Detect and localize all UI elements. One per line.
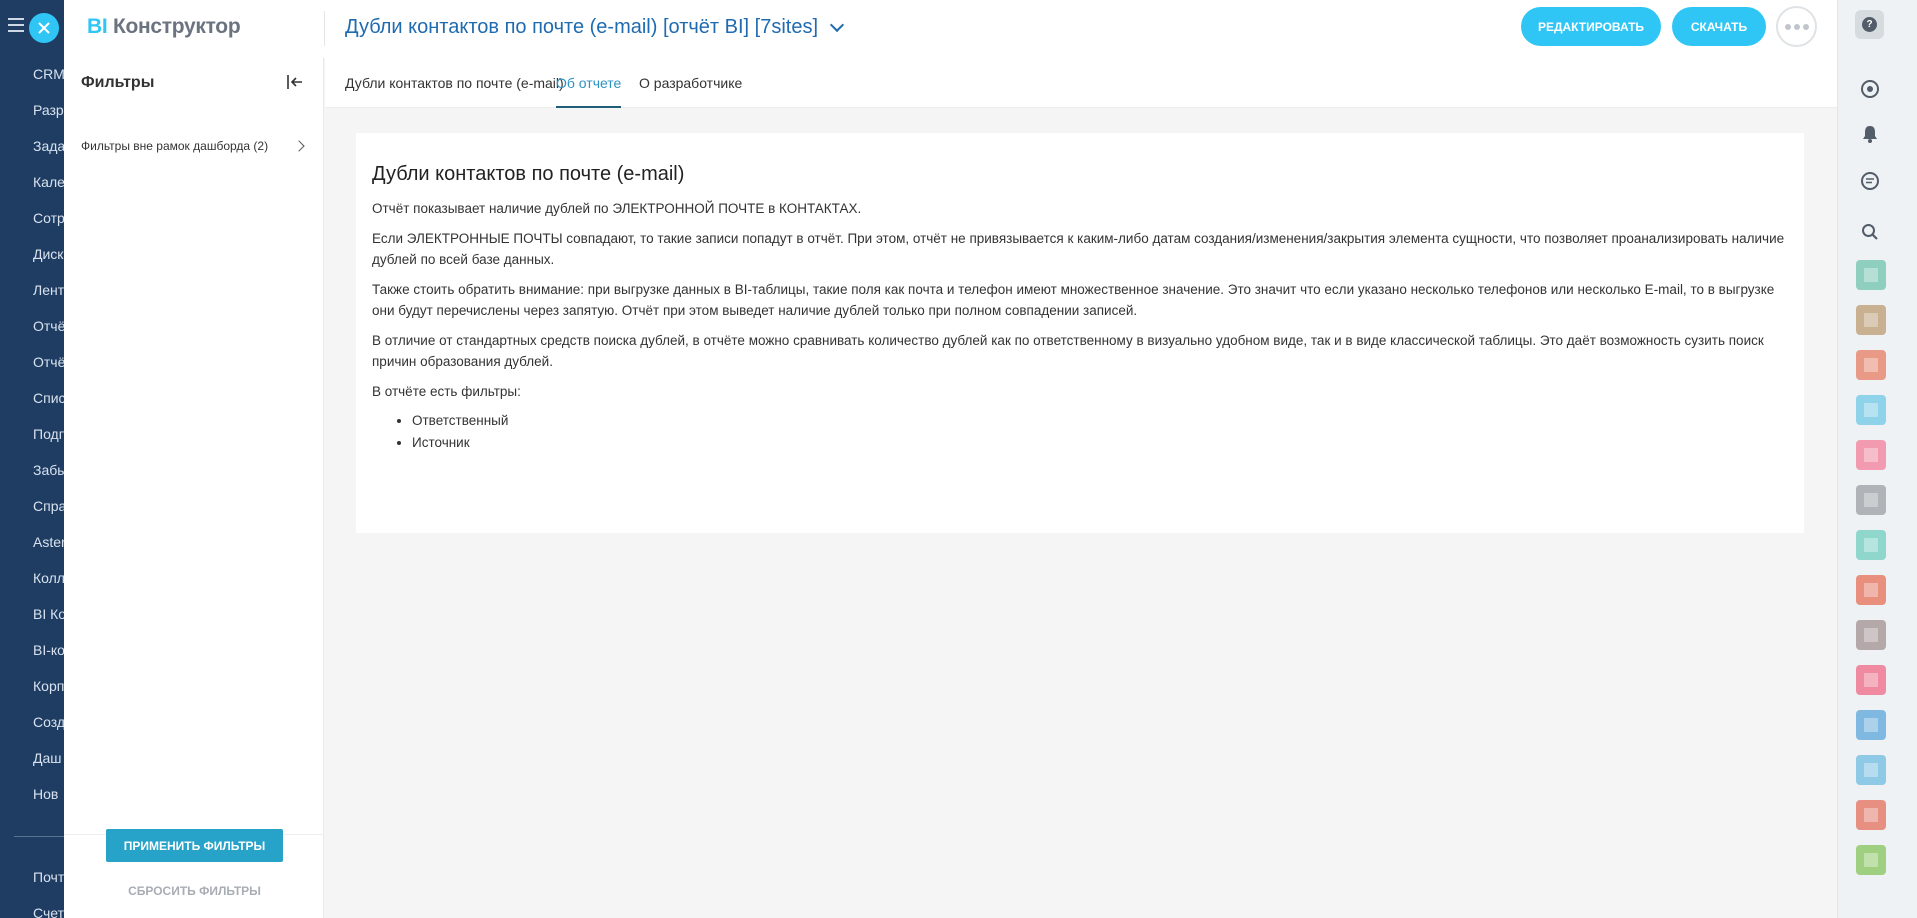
contact-avatar[interactable] xyxy=(1856,800,1886,830)
report-title: Дубли контактов по почте (e-mail) [отчёт… xyxy=(345,16,818,38)
tab-about-developer[interactable]: О разработчике xyxy=(639,58,742,108)
contact-avatar[interactable] xyxy=(1856,260,1886,290)
left-menu-item[interactable]: Созд xyxy=(33,710,67,746)
search-icon[interactable] xyxy=(1858,220,1882,244)
contact-avatar[interactable] xyxy=(1856,845,1886,875)
contact-avatar[interactable] xyxy=(1856,665,1886,695)
content-paragraph: В отчёте есть фильтры: xyxy=(372,383,521,399)
left-menu-item[interactable]: Даш xyxy=(33,746,67,782)
left-menu-item[interactable]: Подп xyxy=(33,422,67,458)
apply-filters-button[interactable]: ПРИМЕНИТЬ ФИЛЬТРЫ xyxy=(106,829,283,862)
edit-button[interactable]: РЕДАКТИРОВАТЬ xyxy=(1521,7,1661,46)
contact-avatar[interactable] xyxy=(1856,395,1886,425)
chevron-down-icon xyxy=(829,17,845,32)
left-menu-item[interactable]: Отчё xyxy=(33,350,67,386)
left-menu-item[interactable]: Aster xyxy=(33,530,67,566)
content-paragraph: Если ЭЛЕКТРОННЫЕ ПОЧТЫ совпадают, то так… xyxy=(372,230,1785,268)
left-menu-item[interactable]: Почт xyxy=(33,865,64,901)
close-slider-button[interactable] xyxy=(29,13,59,43)
left-menu-item[interactable]: Нов xyxy=(33,782,67,818)
close-icon xyxy=(38,22,50,34)
filters-title: Фильтры xyxy=(81,74,155,91)
content-paragraph: В отличие от стандартных средств поиска … xyxy=(372,332,1764,370)
left-menu-item[interactable]: Зада xyxy=(33,134,67,170)
list-item: Ответственный xyxy=(412,410,1788,432)
chevron-right-icon xyxy=(293,140,305,152)
more-dot-icon xyxy=(1793,23,1800,30)
contact-avatar[interactable] xyxy=(1856,440,1886,470)
chat-icon[interactable] xyxy=(1858,169,1882,193)
report-tabs: Дубли контактов по почте (e-mail) Об отч… xyxy=(325,58,1837,108)
left-menu-item[interactable]: Корп xyxy=(33,674,67,710)
left-menu-item[interactable]: Диск xyxy=(33,242,67,278)
bi-constructor-logo: BI Конструктор xyxy=(87,15,241,39)
logo-bi: BI xyxy=(87,15,108,38)
left-menu-item[interactable]: Забы xyxy=(33,458,67,494)
contact-avatar[interactable] xyxy=(1856,620,1886,650)
left-menu-bottom-list: Почт Счет xyxy=(33,865,64,918)
header-bar: BI Конструктор Дубли контактов по почте … xyxy=(64,0,1837,58)
contact-avatar[interactable] xyxy=(1856,710,1886,740)
left-menu-item[interactable]: BI-ко xyxy=(33,638,67,674)
notifications-settings-icon[interactable] xyxy=(1858,77,1882,101)
header-divider xyxy=(324,11,325,46)
tab-report[interactable]: Дубли контактов по почте (e-mail) xyxy=(345,58,564,108)
left-menu-item[interactable]: Счет xyxy=(33,901,64,918)
more-dot-icon xyxy=(1784,23,1791,30)
more-dot-icon xyxy=(1802,23,1809,30)
more-button[interactable] xyxy=(1776,6,1817,47)
report-title-dropdown[interactable]: Дубли контактов по почте (e-mail) [отчёт… xyxy=(345,16,845,39)
left-menu-item[interactable]: Лент xyxy=(33,278,67,314)
left-menu-item[interactable]: Разр xyxy=(33,98,67,134)
bell-icon[interactable] xyxy=(1858,122,1882,146)
collapse-sidebar-icon[interactable] xyxy=(285,72,305,92)
download-button[interactable]: СКАЧАТЬ xyxy=(1672,7,1766,46)
content-paragraph: Отчёт показывает наличие дублей по ЭЛЕКТ… xyxy=(372,201,862,216)
bi-report-slider: BI Конструктор Дубли контактов по почте … xyxy=(64,0,1837,918)
filters-sidebar: Фильтры Фильтры вне рамок дашборда (2) П… xyxy=(64,58,324,918)
filters-outside-dashboard-group[interactable]: Фильтры вне рамок дашборда (2) xyxy=(81,136,311,157)
help-icon: ? xyxy=(1862,17,1877,32)
tab-about-report[interactable]: Об отчете xyxy=(556,58,622,108)
left-menu-item[interactable]: Кале xyxy=(33,170,67,206)
left-menu-item[interactable]: Отчё xyxy=(33,314,67,350)
left-menu-item[interactable]: BI Ко xyxy=(33,602,67,638)
help-button[interactable]: ? xyxy=(1855,10,1884,39)
left-menu-item[interactable]: Спра xyxy=(33,494,67,530)
about-report-card: Дубли контактов по почте (e-mail) Отчёт … xyxy=(356,133,1804,533)
content-heading: Дубли контактов по почте (e-mail) xyxy=(372,163,685,185)
left-menu-item[interactable]: Сотр xyxy=(33,206,67,242)
left-menu-list: CRM Разр Зада Кале Сотр Диск Лент Отчё Отчё Спис П… xyxy=(33,62,67,818)
right-toolbar: ? xyxy=(1837,0,1917,918)
left-menu-item[interactable]: Колл xyxy=(33,566,67,602)
contact-avatar[interactable] xyxy=(1856,305,1886,335)
main-left-menu: CRM Разр Зада Кале Сотр Диск Лент Отчё Отчё Спис П… xyxy=(0,0,70,918)
contact-avatar[interactable] xyxy=(1856,755,1886,785)
contact-avatar[interactable] xyxy=(1856,530,1886,560)
filters-list: Ответственный Источник xyxy=(412,410,1788,453)
content-paragraph: Также стоить обратить внимание: при выгр… xyxy=(372,281,1775,319)
logo-text: Конструктор xyxy=(112,15,241,38)
left-menu-item[interactable]: Спис xyxy=(33,386,67,422)
contact-avatar[interactable] xyxy=(1856,350,1886,380)
menu-burger-icon[interactable] xyxy=(8,18,24,32)
contact-avatar[interactable] xyxy=(1856,575,1886,605)
contact-avatar[interactable] xyxy=(1856,485,1886,515)
menu-divider xyxy=(14,836,70,837)
left-menu-item[interactable]: CRM xyxy=(33,62,67,98)
filters-group-label: Фильтры вне рамок дашборда (2) xyxy=(81,139,269,153)
list-item: Источник xyxy=(412,432,1788,454)
reset-filters-button[interactable]: СБРОСИТЬ ФИЛЬТРЫ xyxy=(106,878,283,903)
